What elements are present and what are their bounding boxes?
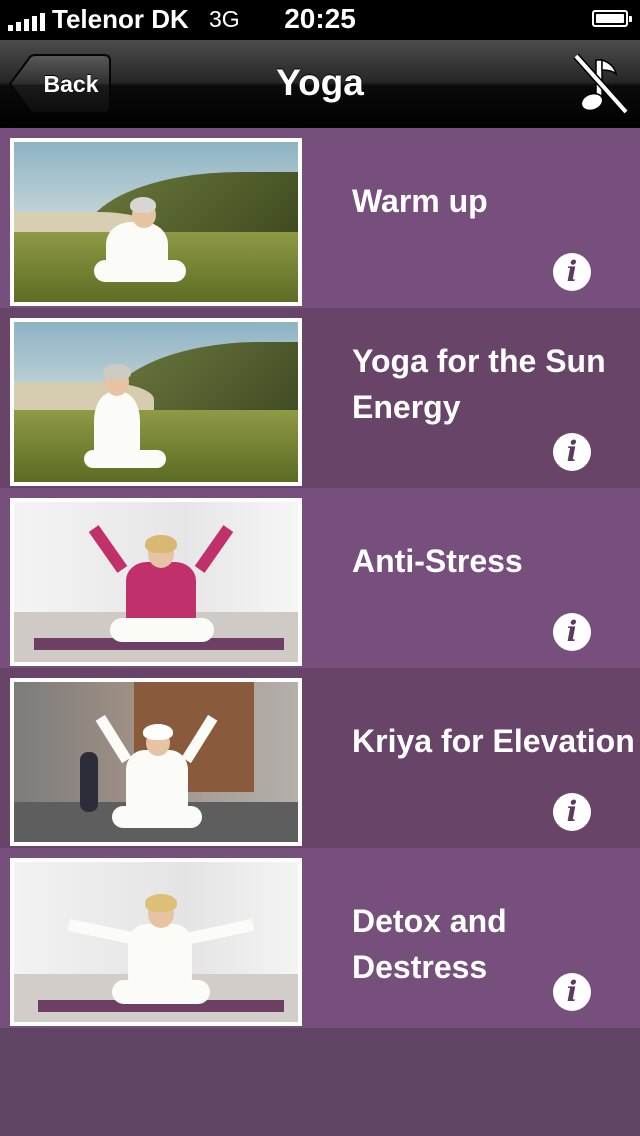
exercise-title: Detox and Destress xyxy=(352,903,507,985)
exercise-thumbnail xyxy=(10,678,302,846)
navigation-bar: Back Yoga xyxy=(0,40,640,129)
exercise-thumbnail xyxy=(10,318,302,486)
exercise-title: Warm up xyxy=(352,183,488,219)
exercise-title: Kriya for Elevation xyxy=(352,723,635,759)
info-icon[interactable]: i xyxy=(553,973,591,1011)
battery-icon xyxy=(592,10,632,27)
info-icon[interactable]: i xyxy=(553,433,591,471)
status-bar: Telenor DK 3G 20:25 xyxy=(0,0,640,40)
music-off-icon xyxy=(573,53,629,115)
list-item[interactable]: Yoga for the Sun Energy i xyxy=(0,308,640,488)
info-icon[interactable]: i xyxy=(553,253,591,291)
exercise-title: Yoga for the Sun Energy xyxy=(352,343,606,425)
list-item[interactable]: Anti-Stress i xyxy=(0,488,640,668)
back-button[interactable]: Back xyxy=(8,54,111,114)
status-time: 20:25 xyxy=(284,3,356,34)
list-item[interactable]: Warm up i xyxy=(0,128,640,308)
exercise-list: Warm up i Yoga for the Sun Energy i Anti… xyxy=(0,128,640,1028)
exercise-thumbnail xyxy=(10,858,302,1026)
list-item[interactable]: Detox and Destress i xyxy=(0,848,640,1028)
music-toggle-button[interactable] xyxy=(570,50,630,116)
exercise-title: Anti-Stress xyxy=(352,543,523,579)
back-button-label: Back xyxy=(43,71,99,97)
exercise-thumbnail xyxy=(10,498,302,666)
info-icon[interactable]: i xyxy=(553,613,591,651)
exercise-thumbnail xyxy=(10,138,302,306)
info-icon[interactable]: i xyxy=(553,793,591,831)
list-item[interactable]: Kriya for Elevation i xyxy=(0,668,640,848)
